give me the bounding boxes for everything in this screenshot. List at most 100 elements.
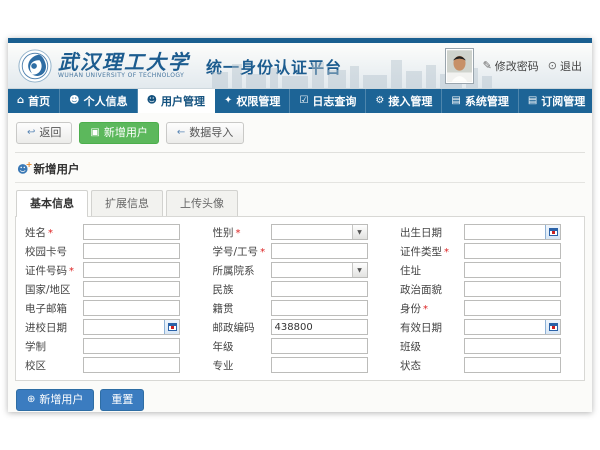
tab-upload-avatar[interactable]: 上传头像 — [166, 190, 238, 216]
birth-date-input[interactable] — [464, 224, 561, 240]
department-input[interactable]: ▼ — [271, 262, 368, 278]
political-status-text-input[interactable] — [465, 282, 560, 296]
native-place-input[interactable] — [271, 300, 368, 316]
class-text-input[interactable] — [465, 339, 560, 353]
email-input[interactable] — [83, 300, 180, 316]
id-number-text-input[interactable] — [84, 263, 179, 277]
birth-date-text-input[interactable] — [465, 225, 545, 239]
logout-link[interactable]: ⊙ 退出 — [548, 58, 582, 74]
basic-info-form: 姓名*性别*▼出生日期校园卡号学号/工号*证件类型*证件号码*所属院系▼住址国家… — [15, 216, 585, 381]
enrollment-date-label: 进校日期 — [25, 320, 83, 335]
address-input[interactable] — [464, 262, 561, 278]
ethnicity-input[interactable] — [271, 281, 368, 297]
dropdown-arrow-icon[interactable]: ▼ — [352, 225, 367, 239]
postal-code-label-text: 邮政编码 — [213, 322, 255, 334]
name-label-text: 姓名 — [25, 227, 46, 239]
tab-extended-info[interactable]: 扩展信息 — [91, 190, 163, 216]
reset-button-label: 重置 — [111, 393, 133, 407]
calendar-icon[interactable] — [545, 320, 560, 334]
ethnicity-label: 民族 — [213, 282, 271, 297]
back-button-label: 返回 — [39, 126, 61, 140]
grade-text-input[interactable] — [272, 339, 367, 353]
name-text-input[interactable] — [84, 225, 179, 239]
identity-input[interactable] — [464, 300, 561, 316]
campus-card-no-text-input[interactable] — [84, 244, 179, 258]
birth-date-label: 出生日期 — [400, 225, 464, 240]
person-icon: ☻ — [69, 96, 79, 106]
enrollment-date-text-input[interactable] — [84, 320, 164, 334]
major-label: 专业 — [213, 358, 271, 373]
department-text-input[interactable] — [272, 263, 352, 277]
nav-tab-personal-info[interactable]: ☻个人信息 — [60, 89, 137, 113]
country-region-input[interactable] — [83, 281, 180, 297]
name-input[interactable] — [83, 224, 180, 240]
nav-tab-subscription-mgmt[interactable]: ▤订阅管理 — [519, 89, 592, 113]
email-text-input[interactable] — [84, 301, 179, 315]
political-status-input[interactable] — [464, 281, 561, 297]
country-region-label-text: 国家/地区 — [25, 284, 71, 296]
reset-button[interactable]: 重置 — [100, 389, 144, 411]
schooling-length-text-input[interactable] — [84, 339, 179, 353]
nav-tab-home[interactable]: ⌂首页 — [8, 89, 60, 113]
form-field-country-region: 国家/地区 — [25, 281, 197, 297]
form-field-identity: 身份* — [400, 300, 575, 316]
student-staff-id-input[interactable] — [271, 243, 368, 259]
logout-label: 退出 — [560, 58, 582, 74]
toolbar-add-user-button[interactable]: ▣ 新增用户 — [79, 122, 158, 144]
major-input[interactable] — [271, 357, 368, 373]
status-text-input[interactable] — [465, 358, 560, 372]
country-region-text-input[interactable] — [84, 282, 179, 296]
nav-tab-label: 系统管理 — [465, 93, 509, 109]
change-password-link[interactable]: ✎ 修改密码 — [483, 58, 539, 74]
back-button[interactable]: ↩ 返回 — [16, 122, 72, 144]
native-place-text-input[interactable] — [272, 301, 367, 315]
schooling-length-label-text: 学制 — [25, 341, 46, 353]
status-input[interactable] — [464, 357, 561, 373]
dropdown-arrow-icon[interactable]: ▼ — [352, 263, 367, 277]
data-import-button[interactable]: ← 数据导入 — [166, 122, 244, 144]
nav-tab-label: 订阅管理 — [541, 93, 585, 109]
add-user-submit-button[interactable]: ⊕ 新增用户 — [16, 389, 94, 411]
major-text-input[interactable] — [272, 358, 367, 372]
nav-tab-permission-mgmt[interactable]: ✦权限管理 — [215, 89, 290, 113]
form-field-ethnicity: 民族 — [213, 281, 385, 297]
enrollment-date-input[interactable] — [83, 319, 180, 335]
id-type-label-text: 证件类型 — [400, 246, 442, 258]
tab-basic-info[interactable]: 基本信息 — [16, 190, 88, 216]
schooling-length-label: 学制 — [25, 339, 83, 354]
id-type-input[interactable] — [464, 243, 561, 259]
calendar-icon[interactable] — [545, 225, 560, 239]
identity-text-input[interactable] — [465, 301, 560, 315]
gender-input[interactable]: ▼ — [271, 224, 368, 240]
campus-input[interactable] — [83, 357, 180, 373]
valid-date-text-input[interactable] — [465, 320, 545, 334]
postal-code-text-input[interactable] — [272, 320, 367, 334]
university-name-en: WUHAN UNIVERSITY OF TECHNOLOGY — [58, 72, 190, 79]
identity-label: 身份* — [400, 301, 464, 316]
form-field-class: 班级 — [400, 338, 575, 354]
page-export-icon: ▣ — [90, 128, 99, 138]
nav-tab-system-mgmt[interactable]: ▤系统管理 — [442, 89, 518, 113]
campus-text-input[interactable] — [84, 358, 179, 372]
valid-date-input[interactable] — [464, 319, 561, 335]
id-type-text-input[interactable] — [465, 244, 560, 258]
address-text-input[interactable] — [465, 263, 560, 277]
student-staff-id-text-input[interactable] — [272, 244, 367, 258]
postal-code-input[interactable] — [271, 319, 368, 335]
grade-input[interactable] — [271, 338, 368, 354]
political-status-label: 政治面貌 — [400, 282, 464, 297]
campus-card-no-input[interactable] — [83, 243, 180, 259]
ethnicity-text-input[interactable] — [272, 282, 367, 296]
postal-code-label: 邮政编码 — [213, 320, 271, 335]
schooling-length-input[interactable] — [83, 338, 180, 354]
gender-text-input[interactable] — [272, 225, 352, 239]
political-status-label-text: 政治面貌 — [400, 284, 442, 296]
nav-tab-user-mgmt[interactable]: ☻用户管理 — [138, 89, 215, 113]
form-field-major: 专业 — [213, 357, 385, 373]
calendar-icon[interactable] — [164, 320, 179, 334]
nav-tab-log-query[interactable]: ☑日志查询 — [290, 89, 366, 113]
nav-tab-access-mgmt[interactable]: ⚙接入管理 — [366, 89, 442, 113]
email-label-text: 电子邮箱 — [25, 303, 67, 315]
class-input[interactable] — [464, 338, 561, 354]
id-number-input[interactable] — [83, 262, 180, 278]
